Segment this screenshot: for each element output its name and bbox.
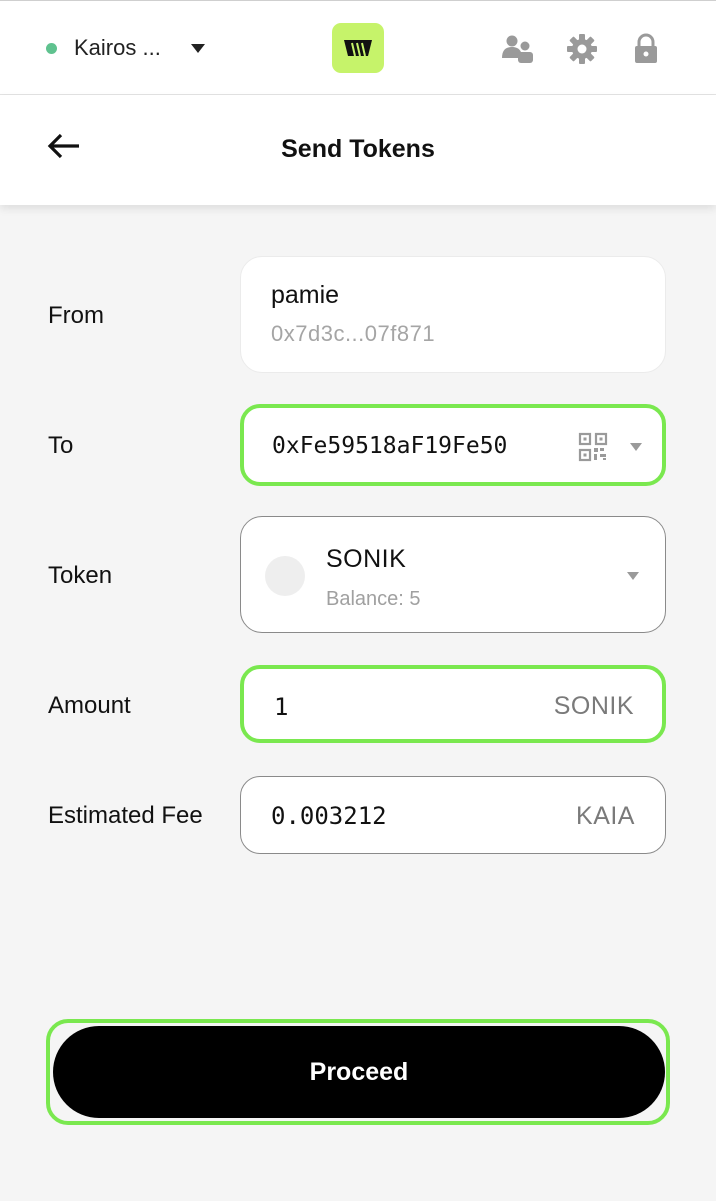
top-bar: Kairos ... <box>0 0 716 95</box>
amount-field[interactable]: 1 SONIK <box>240 665 666 743</box>
estimated-fee-field: 0.003212 KAIA <box>240 776 666 854</box>
amount-label: Amount <box>48 692 131 719</box>
app-logo <box>332 23 384 73</box>
fee-unit: KAIA <box>576 802 635 830</box>
token-avatar <box>265 556 305 596</box>
token-balance: Balance: 5 <box>326 588 421 611</box>
fee-value: 0.003212 <box>271 802 387 830</box>
accounts-icon[interactable] <box>498 29 538 69</box>
from-account-address: 0x7d3c...07f871 <box>271 321 436 346</box>
token-balance-value: 5 <box>409 588 421 610</box>
from-account-name: pamie <box>271 281 340 309</box>
network-name: Kairos ... <box>74 35 161 60</box>
gear-icon[interactable] <box>562 29 602 69</box>
token-label: Token <box>48 562 113 589</box>
network-selector[interactable]: Kairos ... <box>46 31 205 65</box>
amount-input[interactable]: 1 <box>274 693 514 721</box>
page-header: Send Tokens <box>0 95 716 205</box>
from-account-card: pamie 0x7d3c...07f871 <box>240 256 666 373</box>
chevron-down-icon <box>191 43 205 53</box>
to-label: To <box>48 432 74 459</box>
token-balance-label: Balance: <box>326 588 404 610</box>
token-selector[interactable]: SONIK Balance: 5 <box>240 516 666 633</box>
lock-icon[interactable] <box>626 29 666 69</box>
amount-unit: SONIK <box>553 692 634 720</box>
page-title: Send Tokens <box>281 135 435 163</box>
to-address-field[interactable]: 0xFe59518aF19Fe50 <box>240 404 666 486</box>
network-status-dot <box>46 42 57 54</box>
proceed-focus-ring: Proceed <box>46 1019 670 1125</box>
token-symbol: SONIK <box>326 545 407 573</box>
from-label: From <box>48 302 104 329</box>
to-address-input[interactable]: 0xFe59518aF19Fe50 <box>272 433 552 459</box>
qr-code-icon[interactable] <box>578 432 608 462</box>
fee-label: Estimated Fee <box>48 802 203 829</box>
wallet-logo-icon <box>344 40 372 57</box>
caret-down-icon[interactable] <box>630 443 642 451</box>
proceed-button[interactable]: Proceed <box>53 1026 665 1118</box>
caret-down-icon <box>627 572 639 580</box>
